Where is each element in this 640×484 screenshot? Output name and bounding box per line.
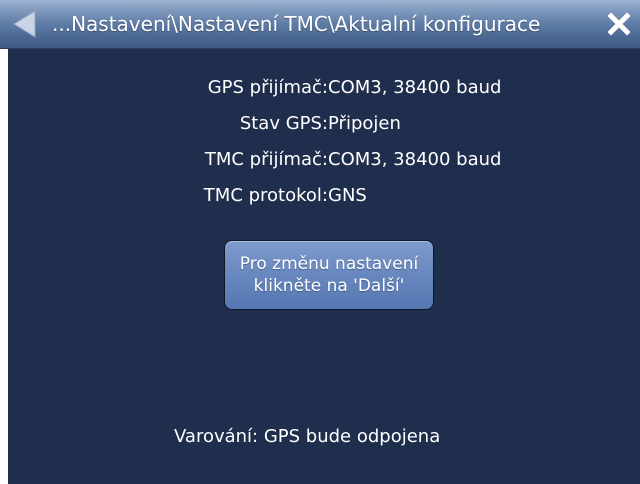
tmc-protocol-row: TMC protokol: GNS [8,179,640,213]
close-button[interactable] [598,0,640,48]
tmc-protocol-label: TMC protokol: [203,185,328,206]
gps-status-label: Stav GPS: [239,113,328,134]
warning-text: Varování: GPS bude odpojena [174,426,441,447]
gps-status-row: Stav GPS: Připojen [8,107,640,141]
tmc-receiver-label: TMC přijímač: [204,149,328,170]
window-title: ...Nastavení\Nastavení TMC\Aktualní konf… [52,12,541,36]
gps-status-value: Připojen [328,113,401,134]
back-button[interactable] [0,0,48,48]
tmc-receiver-row: TMC přijímač: COM3, 38400 baud [8,143,640,177]
close-icon [607,12,631,36]
gps-receiver-label: GPS přijímač: [207,77,328,98]
tmc-protocol-value: GNS [328,185,367,206]
change-settings-button-label: Pro změnu nastavení klikněte na 'Další' [239,254,419,296]
screen: ...Nastavení\Nastavení TMC\Aktualní konf… [0,0,640,484]
gps-receiver-value: COM3, 38400 baud [328,77,502,98]
tmc-receiver-value: COM3, 38400 baud [328,149,502,170]
title-bar: ...Nastavení\Nastavení TMC\Aktualní konf… [0,0,640,49]
gps-receiver-row: GPS přijímač: COM3, 38400 baud [8,71,640,105]
content-panel: GPS přijímač: COM3, 38400 baud Stav GPS:… [8,49,640,484]
back-arrow-icon [13,10,36,38]
change-settings-button[interactable]: Pro změnu nastavení klikněte na 'Další' [224,240,434,310]
